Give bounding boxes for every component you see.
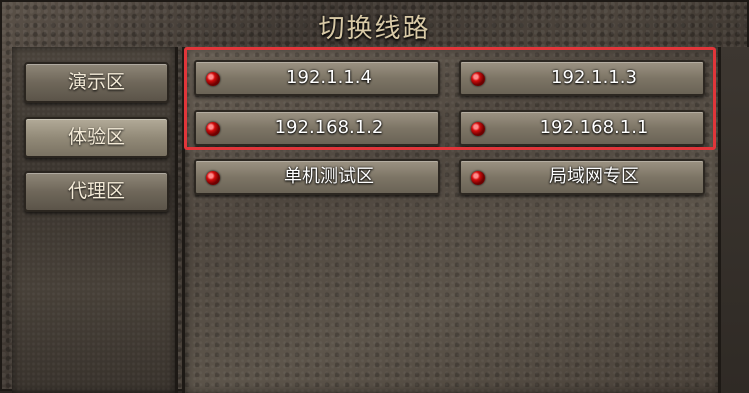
server-button-offline-test[interactable]: 单机测试区 — [194, 159, 440, 195]
server-button-192-1-1-4[interactable]: 192.1.1.4 — [194, 60, 440, 96]
server-button-192-168-1-2[interactable]: 192.168.1.2 — [194, 110, 440, 146]
server-label: 单机测试区 — [284, 166, 374, 187]
status-dot-icon — [471, 122, 485, 136]
sidebar-item-proxy[interactable]: 代理区 — [24, 171, 169, 212]
server-label: 192.168.1.1 — [539, 117, 649, 138]
status-dot-icon — [471, 171, 485, 185]
status-dot-icon — [471, 72, 485, 86]
window-title: 切换线路 — [318, 14, 431, 44]
server-list-panel — [182, 47, 721, 393]
sidebar-item-label: 代理区 — [67, 180, 125, 202]
server-button-192-168-1-1[interactable]: 192.168.1.1 — [459, 110, 705, 146]
sidebar-item-label: 演示区 — [67, 71, 125, 93]
right-border — [718, 47, 749, 393]
server-button-192-1-1-3[interactable]: 192.1.1.3 — [459, 60, 705, 96]
sidebar-item-experience[interactable]: 体验区 — [24, 117, 169, 158]
server-label: 192.168.1.2 — [274, 117, 384, 138]
status-dot-icon — [206, 171, 220, 185]
server-label: 局域网专区 — [549, 166, 639, 187]
sidebar-item-label: 体验区 — [67, 126, 125, 148]
sidebar-item-demo[interactable]: 演示区 — [24, 62, 169, 103]
server-label: 192.1.1.4 — [286, 67, 372, 88]
server-button-lan-zone[interactable]: 局域网专区 — [459, 159, 705, 195]
server-label: 192.1.1.3 — [551, 67, 637, 88]
status-dot-icon — [206, 122, 220, 136]
server-select-window: 切换线路 演示区 体验区 代理区 192.1.1.4 192.1.1.3 192… — [0, 0, 749, 393]
status-dot-icon — [206, 72, 220, 86]
